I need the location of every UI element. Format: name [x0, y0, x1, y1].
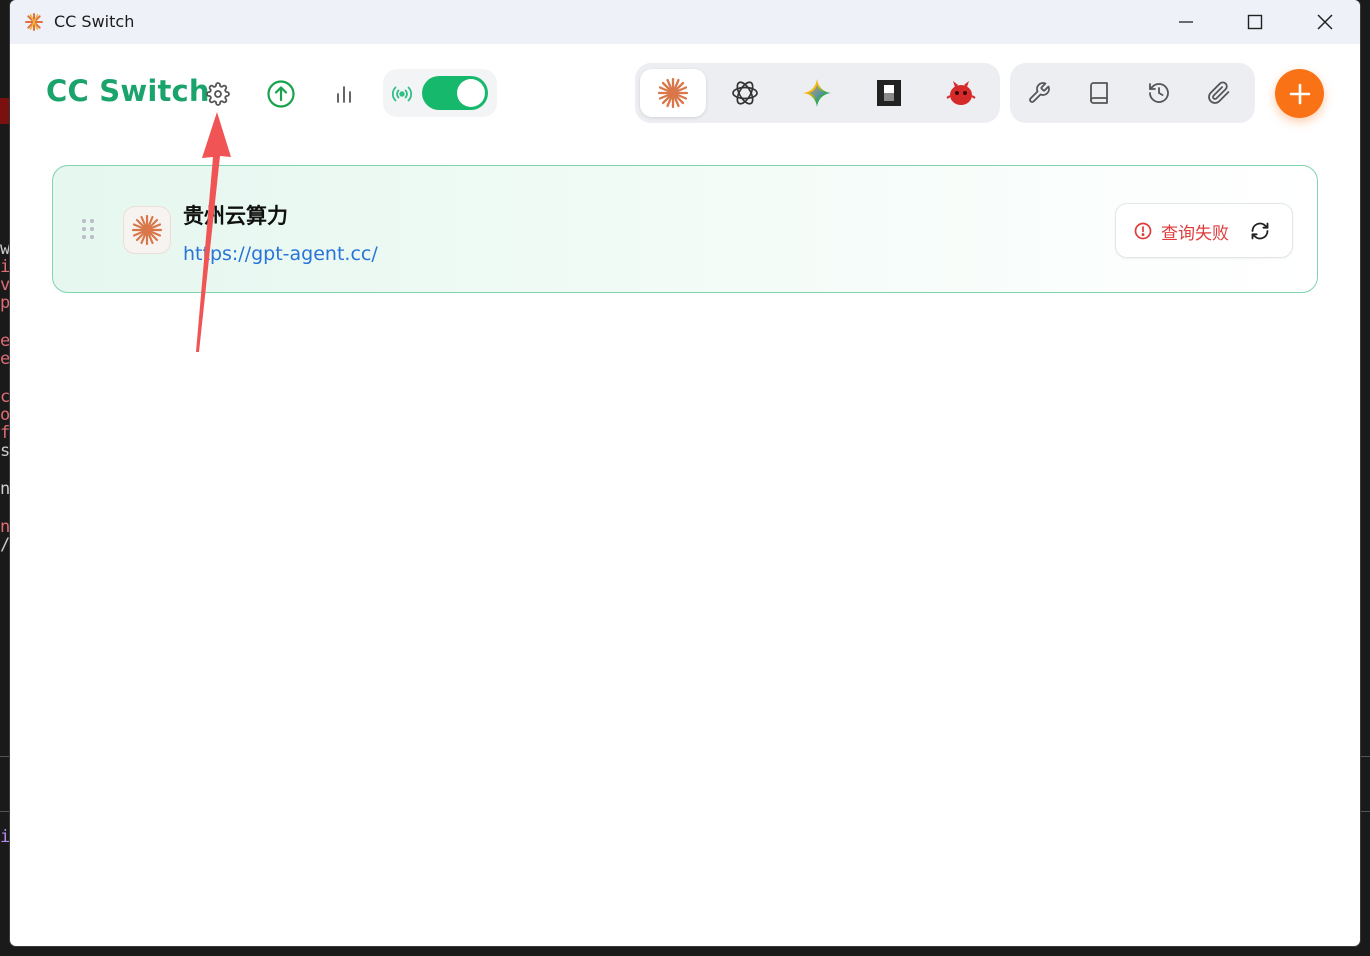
tool-button-attachments[interactable]: [1199, 73, 1239, 113]
tool-button-history[interactable]: [1139, 73, 1179, 113]
gear-icon: [206, 82, 230, 106]
minimize-button[interactable]: [1151, 0, 1221, 44]
provider-name: 贵州云算力: [183, 204, 288, 228]
close-icon: [1317, 14, 1333, 30]
app-tab-gemini[interactable]: [784, 69, 850, 117]
bar-chart-icon: [337, 86, 351, 103]
update-button[interactable]: [265, 78, 297, 110]
proxy-status-indicator: [390, 82, 414, 106]
app-switcher: [635, 63, 1000, 123]
maximize-button[interactable]: [1220, 0, 1290, 44]
dark-block-icon: [877, 80, 901, 106]
background-divider: [1360, 756, 1370, 757]
provider-icon: [123, 206, 171, 254]
brand-title: CC Switch: [46, 74, 210, 108]
background-divider: [0, 811, 10, 812]
usage-stats-button[interactable]: [332, 82, 356, 106]
history-icon: [1149, 83, 1169, 103]
background-terminal-highlight: [0, 98, 10, 124]
refresh-button[interactable]: [1248, 219, 1272, 243]
status-text: 查询失败: [1161, 224, 1229, 244]
add-provider-button[interactable]: [1275, 69, 1324, 118]
app-tab-fourth[interactable]: [856, 69, 922, 117]
toggle-knob: [457, 79, 485, 107]
usage-status-chip: 查询失败: [1115, 203, 1293, 258]
refresh-icon: [1251, 222, 1269, 240]
window-title: CC Switch: [54, 12, 135, 31]
minimize-icon: [1179, 21, 1193, 23]
paperclip-icon: [1208, 81, 1230, 104]
background-divider: [0, 756, 10, 757]
proxy-toggle[interactable]: [422, 76, 488, 110]
wrench-icon: [1029, 82, 1050, 103]
background-terminal-text: wivp ee cofs n n /: [0, 240, 10, 554]
app-tab-fifth[interactable]: [928, 69, 994, 117]
maximize-icon: [1247, 14, 1263, 30]
tools-group: [1010, 63, 1255, 123]
background-terminal-text: i: [0, 828, 10, 846]
claude-icon: [131, 214, 163, 246]
upload-circle-icon: [267, 80, 295, 108]
app-tab-openai[interactable]: [712, 69, 778, 117]
plus-icon: [1289, 83, 1310, 104]
app-logo-icon: [25, 13, 43, 31]
provider-card[interactable]: 贵州云算力 https://gpt-agent.cc/ 查询失败: [52, 165, 1318, 293]
alert-circle-icon: [1134, 222, 1152, 240]
broadcast-icon: [391, 86, 413, 102]
app-window: CC Switch CC Switch 贵州云算力 https://gpt-ag…: [10, 0, 1360, 946]
close-button[interactable]: [1290, 0, 1360, 44]
book-icon: [1090, 82, 1108, 104]
claude-icon: [657, 77, 689, 109]
openai-icon: [732, 81, 758, 105]
provider-url-link[interactable]: https://gpt-agent.cc/: [183, 243, 378, 265]
title-bar[interactable]: CC Switch: [10, 0, 1360, 44]
background-divider: [1360, 811, 1370, 812]
gemini-icon: [803, 79, 831, 107]
tool-button-docs[interactable]: [1079, 73, 1119, 113]
drag-handle-icon[interactable]: [81, 218, 95, 240]
app-tab-claude[interactable]: [640, 69, 706, 117]
red-mascot-icon: [946, 81, 976, 105]
tool-button-settings[interactable]: [1019, 73, 1059, 113]
settings-button[interactable]: [204, 80, 232, 108]
